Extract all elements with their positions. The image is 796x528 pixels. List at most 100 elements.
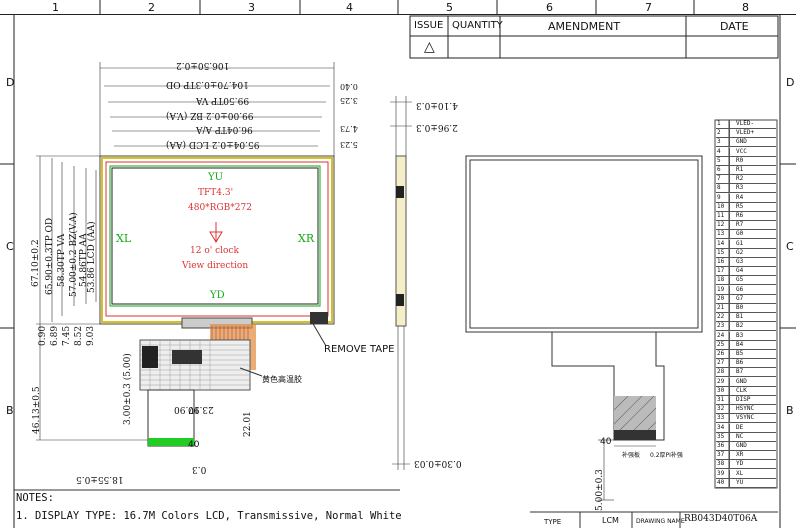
pin-number: 16 bbox=[716, 258, 730, 266]
side-dim-fpc: 0.30±0.03 bbox=[414, 458, 462, 468]
pinout-row: 35 NC bbox=[716, 432, 776, 442]
pin-signal: XL bbox=[736, 469, 744, 477]
pin-signal: DE bbox=[736, 423, 744, 431]
pin-number: 35 bbox=[716, 432, 730, 441]
pin-number: 29 bbox=[716, 377, 730, 386]
drawing-canvas bbox=[0, 0, 796, 528]
pin-number: 11 bbox=[716, 212, 730, 220]
back-fpc-pin-count: 40 bbox=[600, 437, 612, 447]
title-drawing-label: DRAWING NAME bbox=[636, 518, 685, 525]
rev-header-quantity: QUANTITY bbox=[452, 20, 503, 31]
pin-number: 10 bbox=[716, 202, 730, 211]
notes-title: NOTES: bbox=[16, 492, 54, 504]
pinout-row: 40 YU bbox=[716, 478, 776, 488]
pin-signal: R2 bbox=[736, 175, 744, 183]
pin-number: 4 bbox=[716, 147, 730, 156]
back-fpc-label-1: 补强板 bbox=[622, 452, 641, 459]
pin-signal: VLED- bbox=[736, 120, 755, 127]
dim-right-2: 3.25 bbox=[340, 96, 358, 105]
pin-signal: VSYNC bbox=[736, 414, 755, 422]
pin-signal: G7 bbox=[736, 294, 744, 302]
pin-number: 37 bbox=[716, 451, 730, 460]
pinout-row: 31 DISP bbox=[716, 396, 776, 405]
pin-number: 21 bbox=[716, 304, 730, 312]
touch-label-yu: YU bbox=[208, 172, 224, 183]
pin-signal: B1 bbox=[736, 313, 744, 321]
pin-number: 31 bbox=[716, 396, 730, 404]
pin-signal: GND bbox=[736, 138, 747, 146]
pin-signal: DISP bbox=[736, 396, 751, 403]
pin-number: 32 bbox=[716, 405, 730, 414]
fpc-dim-length: 22.01 bbox=[243, 411, 253, 437]
back-fpc-label-2: 0.2厚PI补强 bbox=[650, 452, 683, 459]
dim-top-3: 99.50TP VA bbox=[196, 95, 250, 105]
pinout-row: 6 R1 bbox=[716, 166, 776, 175]
title-type-label: TYPE bbox=[544, 518, 562, 526]
fpc-pin-count: 40 bbox=[188, 440, 200, 450]
dim-left-1: 67.10±0.2 bbox=[31, 239, 41, 287]
pinout-row: 9 R4 bbox=[716, 193, 776, 203]
pinout-row: 17 G4 bbox=[716, 267, 776, 277]
dim-top-5: 96.04TP A/A bbox=[196, 124, 253, 134]
pin-signal: B0 bbox=[736, 304, 744, 311]
remove-tape-label: REMOVE TAPE bbox=[324, 344, 395, 355]
pinout-row: 23 B2 bbox=[716, 322, 776, 332]
side-dim-lcd: 2.96±0.3 bbox=[416, 122, 458, 132]
dim-left-4: 57.00±0.2 BZ(V.A) bbox=[69, 212, 79, 297]
pin-number: 40 bbox=[716, 478, 730, 487]
pin-number: 19 bbox=[716, 285, 730, 294]
pin-number: 6 bbox=[716, 166, 730, 174]
pinout-row: 10 R5 bbox=[716, 202, 776, 212]
pinout-row: 3 GND bbox=[716, 138, 776, 148]
pinout-row: 38 YD bbox=[716, 460, 776, 470]
pin-signal: B3 bbox=[736, 331, 744, 339]
pin-number: 13 bbox=[716, 230, 730, 239]
pin-number: 25 bbox=[716, 340, 730, 349]
pin-signal: R3 bbox=[736, 184, 744, 192]
pin-signal: R6 bbox=[736, 212, 744, 219]
touch-label-xr: XR bbox=[298, 232, 315, 245]
pin-signal: G4 bbox=[736, 267, 744, 275]
dim-top-2: 104.70±0.3TP OD bbox=[166, 79, 249, 89]
pinout-row: 22 B1 bbox=[716, 313, 776, 323]
pinout-row: 19 G6 bbox=[716, 285, 776, 295]
pinout-row: 2 VLED+ bbox=[716, 129, 776, 139]
pin-signal: B2 bbox=[736, 322, 744, 330]
dim-right-1: 0.40 bbox=[340, 82, 358, 91]
dim-top-4: 99.00±0.2 BZ (V.A) bbox=[166, 110, 254, 120]
pin-number: 24 bbox=[716, 331, 730, 340]
pinout-row: 34 DE bbox=[716, 423, 776, 433]
pinout-row: 39 XL bbox=[716, 469, 776, 479]
side-dim-thickness: 4.10±0.3 bbox=[416, 100, 458, 110]
pin-signal: R7 bbox=[736, 221, 744, 229]
dim-left-small-4: 8.52 bbox=[74, 325, 84, 346]
pin-number: 20 bbox=[716, 294, 730, 303]
pin-signal: R5 bbox=[736, 202, 744, 210]
rev-header-amendment: AMENDMENT bbox=[548, 20, 621, 33]
pin-number: 26 bbox=[716, 350, 730, 358]
pin-number: 2 bbox=[716, 129, 730, 138]
dim-left-small-2: 6.89 bbox=[50, 325, 60, 346]
pin-number: 28 bbox=[716, 368, 730, 377]
pin-number: 9 bbox=[716, 193, 730, 202]
pin-signal: NC bbox=[736, 432, 744, 440]
pin-signal: HSYNC bbox=[736, 405, 755, 413]
pin-number: 1 bbox=[716, 120, 730, 128]
pin-number: 5 bbox=[716, 156, 730, 165]
pinout-row: 30 CLK bbox=[716, 386, 776, 396]
fpc-dim-offset: 3.00±0.3 (5.00) bbox=[123, 353, 133, 425]
dim-left-small-5: 9.03 bbox=[86, 325, 96, 346]
dim-right-3: 4.73 bbox=[340, 124, 358, 133]
pin-number: 38 bbox=[716, 460, 730, 469]
pin-signal: G5 bbox=[736, 276, 744, 284]
pinout-row: 28 B7 bbox=[716, 368, 776, 378]
rev-header-issue: ISSUE bbox=[414, 20, 444, 31]
pin-signal: R1 bbox=[736, 166, 744, 173]
panel-size-label: TFT4.3' bbox=[198, 188, 234, 198]
dim-left-3: 58.30TP VA bbox=[57, 233, 67, 287]
pin-signal: B5 bbox=[736, 350, 744, 357]
pinout-row: 32 HSYNC bbox=[716, 405, 776, 415]
pin-number: 3 bbox=[716, 138, 730, 147]
pin-signal: XR bbox=[736, 451, 744, 459]
pin-signal: R4 bbox=[736, 193, 744, 201]
